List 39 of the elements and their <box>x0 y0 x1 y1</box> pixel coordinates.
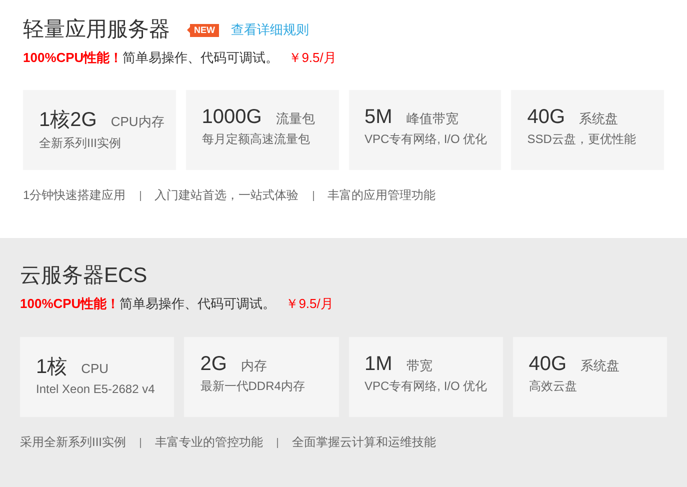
price-text: ￥9.5/月 <box>288 49 336 67</box>
price-text: ￥9.5/月 <box>286 295 334 313</box>
highlight-text: 100%CPU性能！ <box>23 49 123 67</box>
spec-detail: 高效云盘 <box>528 378 578 395</box>
feature-text: 丰富的应用管理功能 <box>328 187 436 204</box>
section-title: 轻量应用服务器 <box>23 17 170 43</box>
feature-text: 采用全新系列III实例 <box>20 434 126 451</box>
spec-detail: VPC专有网络, I/O 优化 <box>364 378 488 395</box>
spec-value: 1核 <box>36 355 68 380</box>
feature-text: 1分钟快速搭建应用 <box>23 187 126 204</box>
spec-detail: 最新一代DDR4内存 <box>200 378 306 395</box>
spec-detail: 全新系列III实例 <box>39 135 122 152</box>
spec-unit: 流量包 <box>276 110 315 128</box>
spec-unit: 系统盘 <box>580 357 620 375</box>
description-text: 简单易操作、代码可调试。 <box>120 295 276 313</box>
feature-text: 全面掌握云计算和运维技能 <box>292 434 436 451</box>
feature-text: 丰富专业的管控功能 <box>155 434 264 451</box>
spec-value: 1M <box>364 353 392 376</box>
highlight-text: 100%CPU性能！ <box>20 295 120 313</box>
spec-detail: 每月定额高速流量包 <box>202 131 311 148</box>
spec-unit: CPU <box>81 361 109 376</box>
spec-value: 40G <box>528 353 567 376</box>
spec-value: 1核2G <box>39 108 97 133</box>
spec-value: 1000G <box>202 106 262 129</box>
feature-text: 入门建站首选，一站式体验 <box>154 187 299 204</box>
spec-unit: 带宽 <box>406 357 432 375</box>
spec-value: 40G <box>527 106 566 129</box>
spec-unit: 峰值带宽 <box>406 110 458 128</box>
rules-link[interactable]: 查看详细规则 <box>231 21 309 39</box>
spec-value: 2G <box>200 353 227 376</box>
spec-detail: VPC专有网络, I/O 优化 <box>364 131 488 148</box>
spec-unit: 系统盘 <box>579 110 618 128</box>
spec-detail: Intel Xeon E5-2682 v4 <box>36 382 156 396</box>
spec-detail: SSD云盘，更优性能 <box>527 131 637 148</box>
description-text: 简单易操作、代码可调试。 <box>122 49 279 67</box>
section-title: 云服务器ECS <box>20 263 148 289</box>
spec-value: 5M <box>364 106 392 129</box>
spec-unit: CPU内存 <box>110 113 164 131</box>
spec-unit: 内存 <box>240 357 267 375</box>
